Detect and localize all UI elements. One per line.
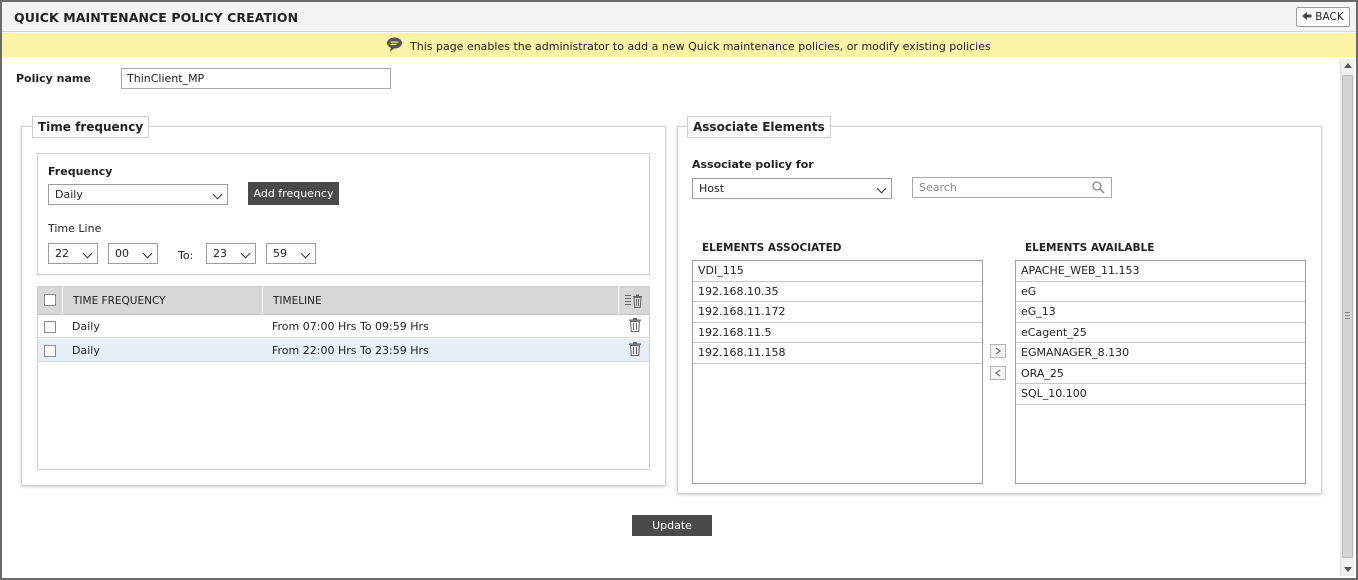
associate-for-value: Host bbox=[699, 182, 725, 195]
chevron-down-icon bbox=[212, 189, 223, 200]
policy-name-input[interactable] bbox=[121, 68, 391, 89]
move-right-button[interactable] bbox=[990, 344, 1006, 358]
chevron-down-icon bbox=[876, 183, 887, 194]
row-checkbox[interactable] bbox=[44, 321, 56, 333]
row-timeline: From 22:00 Hrs To 23:59 Hrs bbox=[272, 344, 429, 357]
list-item[interactable]: VDI_115 bbox=[693, 261, 982, 282]
move-right-icon bbox=[995, 347, 1002, 355]
to-minute-value: 59 bbox=[273, 247, 287, 260]
to-hour-select[interactable]: 23 bbox=[206, 243, 256, 264]
row-timeline: From 07:00 Hrs To 09:59 Hrs bbox=[272, 320, 429, 333]
header-timeline[interactable]: TIMELINE bbox=[263, 287, 619, 315]
list-item[interactable]: EGMANAGER_8.130 bbox=[1016, 343, 1305, 364]
list-item[interactable]: 192.168.10.35 bbox=[693, 282, 982, 302]
elements-associated-title: ELEMENTS ASSOCIATED bbox=[702, 242, 842, 254]
scroll-up-icon[interactable] bbox=[1344, 63, 1352, 68]
chevron-down-icon bbox=[82, 248, 93, 259]
to-minute-select[interactable]: 59 bbox=[266, 243, 316, 264]
info-message: This page enables the administrator to a… bbox=[410, 39, 991, 53]
list-item[interactable]: 192.168.11.158 bbox=[693, 343, 982, 364]
elements-associated-list[interactable]: VDI_115 192.168.10.35 192.168.11.172 192… bbox=[692, 260, 983, 484]
elements-available-title: ELEMENTS AVAILABLE bbox=[1025, 242, 1155, 254]
row-frequency: Daily bbox=[72, 344, 100, 357]
search-placeholder: Search bbox=[919, 181, 957, 194]
associate-for-select[interactable]: Host bbox=[692, 178, 892, 199]
list-item[interactable]: eG_13 bbox=[1016, 302, 1305, 323]
move-left-icon bbox=[994, 369, 1001, 377]
list-item[interactable]: 192.168.11.5 bbox=[693, 323, 982, 343]
list-item[interactable]: ORA_25 bbox=[1016, 364, 1305, 384]
chevron-down-icon bbox=[300, 248, 311, 259]
list-item[interactable]: eCagent_25 bbox=[1016, 323, 1305, 343]
list-item[interactable]: 192.168.11.172 bbox=[693, 302, 982, 323]
trash-icon[interactable] bbox=[629, 342, 641, 359]
trash-icon[interactable] bbox=[629, 318, 641, 335]
back-label: BACK bbox=[1315, 11, 1344, 23]
table-row[interactable]: Daily From 22:00 Hrs To 23:59 Hrs bbox=[38, 339, 649, 362]
frequency-table: TIME FREQUENCY TIMELINE Daily From 07:00… bbox=[37, 286, 650, 470]
timeline-label: Time Line bbox=[48, 222, 102, 235]
speech-bubble-icon bbox=[386, 37, 403, 55]
vertical-scrollbar[interactable] bbox=[1340, 59, 1354, 576]
back-button[interactable]: BACK bbox=[1296, 7, 1350, 27]
time-frequency-legend: Time frequency bbox=[32, 116, 150, 138]
row-frequency: Daily bbox=[72, 320, 100, 333]
from-minute-value: 00 bbox=[115, 247, 129, 260]
update-button[interactable]: Update bbox=[632, 515, 712, 536]
row-checkbox[interactable] bbox=[44, 345, 56, 357]
table-header: TIME FREQUENCY TIMELINE bbox=[38, 287, 649, 315]
to-label: To: bbox=[178, 249, 194, 262]
add-frequency-button[interactable]: Add frequency bbox=[248, 182, 339, 205]
list-item[interactable]: APACHE_WEB_11.153 bbox=[1016, 261, 1305, 282]
frequency-select[interactable]: Daily bbox=[48, 184, 228, 205]
elements-available-list[interactable]: APACHE_WEB_11.153 eG eG_13 eCagent_25 EG… bbox=[1015, 260, 1306, 484]
scrollbar-thumb[interactable] bbox=[1342, 75, 1353, 558]
chevron-down-icon bbox=[142, 248, 153, 259]
policy-name-label: Policy name bbox=[16, 72, 91, 85]
info-bar: This page enables the administrator to a… bbox=[2, 33, 1356, 57]
from-minute-select[interactable]: 00 bbox=[108, 243, 158, 264]
associate-elements-legend: Associate Elements bbox=[687, 116, 831, 138]
select-all-checkbox[interactable] bbox=[44, 294, 56, 306]
from-hour-value: 22 bbox=[55, 247, 69, 260]
title-bar: QUICK MAINTENANCE POLICY CREATION BACK bbox=[2, 2, 1356, 32]
page-title: QUICK MAINTENANCE POLICY CREATION bbox=[14, 10, 299, 25]
move-left-button[interactable] bbox=[990, 366, 1006, 380]
header-time-frequency[interactable]: TIME FREQUENCY bbox=[63, 287, 263, 315]
list-item[interactable]: SQL_10.100 bbox=[1016, 384, 1305, 405]
frequency-value: Daily bbox=[55, 188, 83, 201]
scroll-down-icon[interactable] bbox=[1344, 567, 1352, 572]
list-item[interactable]: eG bbox=[1016, 282, 1305, 302]
to-hour-value: 23 bbox=[213, 247, 227, 260]
back-arrow-icon bbox=[1302, 11, 1312, 24]
search-input[interactable]: Search bbox=[912, 177, 1112, 198]
frequency-label: Frequency bbox=[48, 165, 113, 178]
delete-all-icon[interactable] bbox=[619, 287, 649, 315]
from-hour-select[interactable]: 22 bbox=[48, 243, 98, 264]
chevron-down-icon bbox=[240, 248, 251, 259]
associate-for-label: Associate policy for bbox=[692, 158, 814, 171]
table-row[interactable]: Daily From 07:00 Hrs To 09:59 Hrs bbox=[38, 315, 649, 338]
